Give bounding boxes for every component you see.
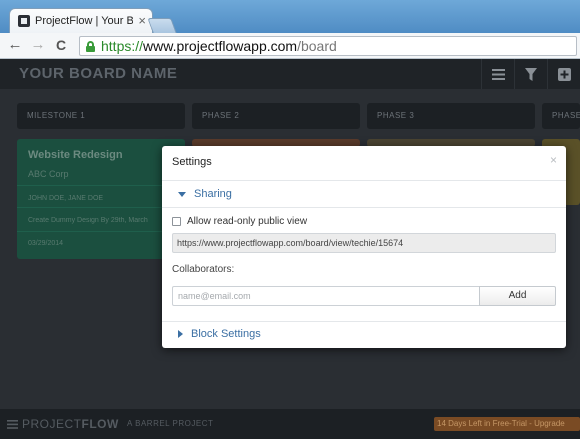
- forward-arrow-icon[interactable]: →: [29, 36, 47, 54]
- column-milestone-1: MILESTONE 1: [17, 103, 185, 129]
- divider: [162, 180, 566, 181]
- card-title: Website Redesign: [28, 149, 123, 161]
- footer-logo: PROJECTFLOW: [22, 417, 119, 431]
- column-phase-3: PHASE 3: [367, 103, 535, 129]
- card-people: JOHN DOE, JANE DOE: [28, 195, 104, 202]
- filter-icon[interactable]: [514, 59, 547, 89]
- caret-down-icon: [178, 191, 186, 197]
- tab-title: ProjectFlow | Your Board N: [35, 15, 133, 27]
- sharing-label: Sharing: [194, 188, 232, 200]
- card-task: Create Dummy Design By 29th, March: [28, 217, 148, 224]
- address-bar[interactable]: https://www.projectflowapp.com/board: [79, 36, 577, 56]
- board-title[interactable]: YOUR BOARD NAME: [19, 65, 177, 82]
- browser-toolbar: ← → C https://www.projectflowapp.com/boa…: [0, 33, 580, 59]
- block-settings-toggle[interactable]: Block Settings: [178, 328, 261, 340]
- dialog-title: Settings: [172, 156, 212, 168]
- divider: [17, 207, 185, 208]
- public-view-option[interactable]: Allow read-only public view: [172, 216, 307, 227]
- collaborator-email-input[interactable]: [172, 286, 480, 306]
- browser-titlebar: ProjectFlow | Your Board N ×: [0, 0, 580, 34]
- new-tab-button[interactable]: [147, 18, 177, 33]
- add-icon[interactable]: [547, 59, 580, 89]
- reload-icon[interactable]: C: [52, 36, 70, 54]
- divider: [17, 231, 185, 232]
- public-view-checkbox[interactable]: [172, 217, 181, 226]
- project-card[interactable]: Website Redesign ABC Corp JOHN DOE, JANE…: [17, 139, 185, 259]
- divider: [162, 321, 566, 322]
- favicon-icon: [18, 15, 30, 27]
- app-header: YOUR BOARD NAME: [0, 59, 580, 89]
- tab-close-icon[interactable]: ×: [138, 13, 146, 28]
- block-settings-label: Block Settings: [191, 328, 261, 340]
- sharing-section-toggle[interactable]: Sharing: [178, 188, 232, 200]
- trial-banner[interactable]: 14 Days Left in Free-Trial - Upgrade: [434, 417, 580, 431]
- browser-tab[interactable]: ProjectFlow | Your Board N ×: [9, 8, 153, 34]
- card-client: ABC Corp: [28, 169, 69, 179]
- column-phase-2: PHASE 2: [192, 103, 360, 129]
- public-view-label: Allow read-only public view: [187, 216, 308, 227]
- column-phase-4: PHASE: [542, 103, 580, 129]
- add-collaborator-button[interactable]: Add: [479, 286, 556, 306]
- lock-icon: [86, 41, 95, 52]
- divider: [162, 207, 566, 208]
- collaborators-label: Collaborators:: [172, 264, 235, 275]
- footer-tagline: A BARREL PROJECT: [127, 419, 214, 428]
- divider: [17, 185, 185, 186]
- logo-icon: [7, 420, 18, 429]
- menu-icon[interactable]: [481, 59, 514, 89]
- caret-right-icon: [178, 330, 183, 338]
- url-text: https://www.projectflowapp.com/board: [101, 38, 337, 54]
- card-date: 03/29/2014: [28, 240, 64, 247]
- app-footer: PROJECTFLOW A BARREL PROJECT 14 Days Lef…: [0, 409, 580, 439]
- settings-dialog: Settings × Sharing Allow read-only publi…: [162, 146, 566, 348]
- back-arrow-icon[interactable]: ←: [6, 36, 24, 54]
- public-url-field[interactable]: https://www.projectflowapp.com/board/vie…: [172, 233, 556, 253]
- close-icon[interactable]: ×: [550, 153, 557, 167]
